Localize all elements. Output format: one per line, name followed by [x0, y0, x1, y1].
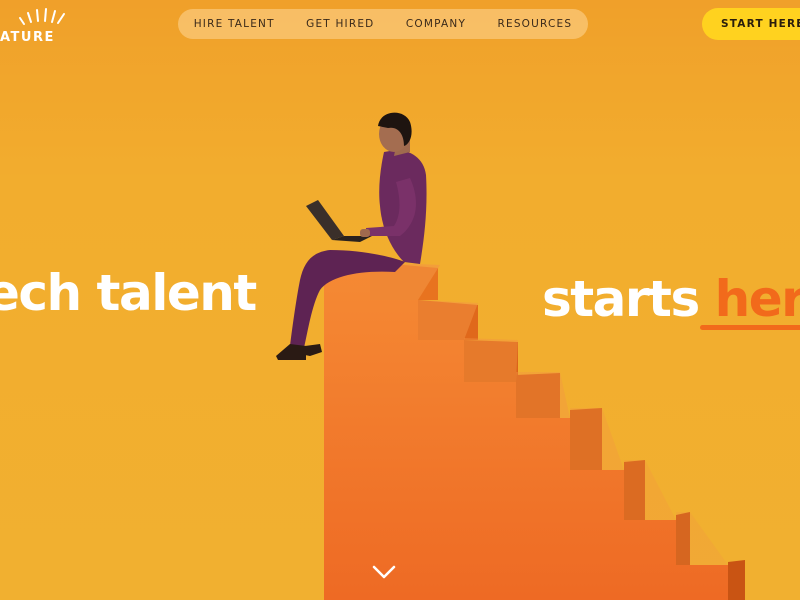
accent-underline [700, 325, 800, 330]
chevron-down-icon [372, 565, 396, 579]
hero-headline-starts: starts [542, 270, 715, 328]
hero-headline-accent: here [714, 270, 800, 328]
hero-headline-right: starts here [542, 274, 800, 324]
scroll-down-button[interactable] [370, 562, 398, 582]
hero-headline-left: ech talent [0, 264, 257, 322]
